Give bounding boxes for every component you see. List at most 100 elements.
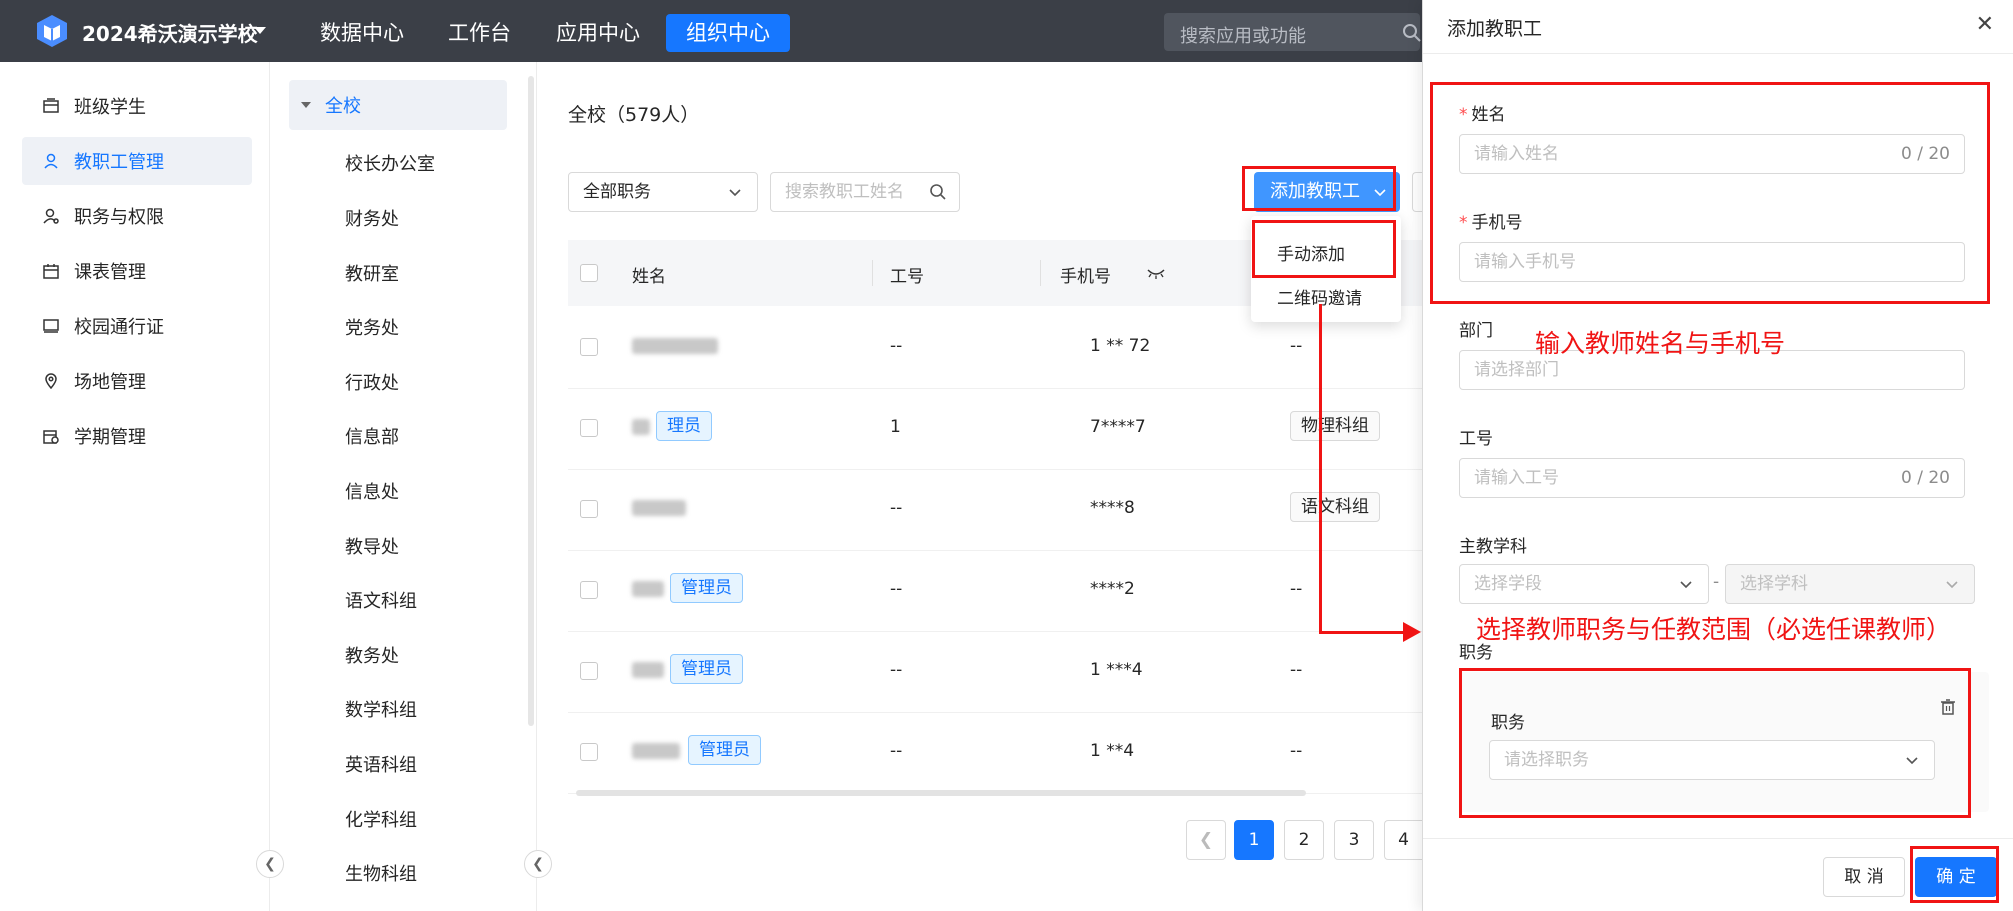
select-all-checkbox[interactable] (580, 264, 598, 282)
admin-badge: 管理员 (670, 654, 743, 684)
column-header-phone: 手机号 (1060, 267, 1111, 287)
class-icon (42, 97, 60, 115)
table-row[interactable]: 理员 1 7****7 物理科组 (568, 389, 1422, 470)
sidebar-item-staff-management[interactable]: 教职工管理 (22, 137, 252, 185)
table-horizontal-scrollbar[interactable] (576, 790, 1306, 796)
stage-select[interactable]: 选择学段 (1459, 564, 1709, 604)
school-name[interactable]: 2024希沃演示学校 (82, 18, 258, 47)
tree-root-label: 全校 (325, 96, 361, 117)
staff-name (632, 336, 718, 356)
tree-node[interactable]: 信息部 (345, 423, 399, 449)
tree-node[interactable]: 党务处 (345, 314, 399, 340)
tree-node-root[interactable]: 全校 (289, 80, 507, 130)
staff-name (632, 417, 650, 437)
role-badge: 理员 (656, 411, 712, 441)
staff-name (632, 498, 686, 518)
table-row[interactable]: 管理员 -- 1 **4 -- (568, 713, 1422, 794)
tree-node[interactable]: 教导处 (345, 533, 399, 559)
search-icon[interactable] (1402, 23, 1422, 43)
department-label: 部门 (1459, 321, 1493, 341)
page-3-button[interactable]: 3 (1334, 820, 1374, 860)
nav-workbench[interactable]: 工作台 (428, 14, 531, 52)
caret-down-icon[interactable] (254, 27, 266, 34)
org-tree-panel: 全校 校长办公室 财务处 教研室 党务处 行政处 信息部 信息处 教导处 语文科… (271, 62, 552, 911)
caret-down-icon[interactable] (301, 102, 311, 108)
tree-node[interactable]: 教研室 (345, 260, 399, 286)
chevron-left-icon: ❮ (1198, 830, 1214, 850)
tree-node[interactable]: 教务处 (345, 642, 399, 668)
drawer-title: 添加教职工 (1447, 18, 1543, 40)
table-row[interactable]: 管理员 -- ****2 -- (568, 551, 1422, 632)
row-checkbox[interactable] (580, 338, 598, 356)
page-4-button[interactable]: 4 (1384, 820, 1422, 860)
cancel-button[interactable]: 取 消 (1823, 857, 1905, 897)
column-divider (1040, 260, 1041, 286)
annotation-arrow (1319, 304, 1322, 634)
chevron-down-icon (1680, 581, 1692, 589)
sidebar-item-venue[interactable]: 场地管理 (22, 357, 252, 405)
tree-node[interactable]: 英语科组 (345, 751, 417, 777)
tree-node[interactable]: 信息处 (345, 478, 399, 504)
subject-select[interactable]: 选择学科 (1725, 564, 1975, 604)
close-icon[interactable]: ✕ (1976, 12, 1994, 37)
highlight-manual-add (1252, 220, 1396, 278)
sidebar-item-label: 校园通行证 (74, 317, 164, 338)
staff-jobno: -- (890, 336, 903, 356)
left-sidebar: 班级学生 教职工管理 职务与权限 课表管理 校园通行证 场地管理 学期管理 ❮ (0, 62, 284, 911)
role-icon (42, 207, 60, 225)
staff-phone: 7****7 (1090, 417, 1146, 437)
nav-app-center[interactable]: 应用中心 (536, 14, 660, 52)
term-icon (42, 427, 60, 445)
column-header-jobno: 工号 (890, 267, 924, 287)
tree-node[interactable]: 生物科组 (345, 860, 417, 886)
tree-node[interactable]: 数学科组 (345, 696, 417, 722)
tree-node[interactable]: 校长办公室 (345, 150, 435, 176)
tree-node[interactable]: 行政处 (345, 369, 399, 395)
highlight-name-phone (1430, 82, 1990, 304)
tree-scrollbar[interactable] (528, 76, 534, 726)
page-title: 全校（579人） (568, 104, 700, 126)
admin-badge: 管理员 (670, 573, 743, 603)
jobno-placeholder: 请输入工号 (1474, 468, 1559, 488)
sidebar-item-roles[interactable]: 职务与权限 (22, 192, 252, 240)
subject-placeholder: 选择学科 (1740, 574, 1808, 594)
table-row[interactable]: -- ****8 语文科组 (568, 470, 1422, 551)
sidebar-item-class-students[interactable]: 班级学生 (22, 82, 252, 130)
nav-data-center[interactable]: 数据中心 (300, 14, 424, 52)
more-button[interactable] (1412, 172, 1422, 212)
page-1-button[interactable]: 1 (1234, 820, 1274, 860)
staff-jobno: -- (890, 741, 903, 761)
row-checkbox[interactable] (580, 662, 598, 680)
calendar-icon (42, 262, 60, 280)
nav-org-center[interactable]: 组织中心 (666, 14, 790, 52)
staff-phone: 1 ***4 (1090, 660, 1143, 680)
tree-node[interactable]: 化学科组 (345, 806, 417, 832)
staff-jobno: -- (890, 579, 903, 599)
eye-closed-icon[interactable] (1146, 266, 1166, 280)
row-checkbox[interactable] (580, 500, 598, 518)
table-row[interactable]: 管理员 -- 1 ***4 -- (568, 632, 1422, 713)
search-icon[interactable] (929, 183, 947, 201)
chevron-down-icon (729, 189, 741, 197)
sidebar-item-schedule[interactable]: 课表管理 (22, 247, 252, 295)
position-filter-select[interactable]: 全部职务 (568, 172, 758, 212)
annotation-arrow (1319, 631, 1407, 634)
jobno-input[interactable]: 请输入工号 0 / 20 (1459, 458, 1965, 498)
staff-phone: ****8 (1090, 498, 1135, 518)
row-checkbox[interactable] (580, 743, 598, 761)
page-2-button[interactable]: 2 (1284, 820, 1324, 860)
top-nav-bar: 2024希沃演示学校 数据中心 工作台 应用中心 组织中心 搜索应用或功能 (0, 0, 1422, 62)
sidebar-item-campus-pass[interactable]: 校园通行证 (22, 302, 252, 350)
global-search-input[interactable]: 搜索应用或功能 (1164, 13, 1422, 51)
prev-page-button[interactable]: ❮ (1186, 820, 1226, 860)
sidebar-item-label: 场地管理 (74, 372, 146, 393)
sidebar-item-term[interactable]: 学期管理 (22, 412, 252, 460)
staff-group: -- (1290, 741, 1303, 761)
staff-group: -- (1290, 336, 1303, 356)
tree-node[interactable]: 财务处 (345, 205, 399, 231)
row-checkbox[interactable] (580, 581, 598, 599)
row-checkbox[interactable] (580, 419, 598, 437)
tree-node[interactable]: 语文科组 (345, 587, 417, 613)
staff-search-input[interactable]: 搜索教职工姓名 (770, 172, 960, 212)
group-badge: 语文科组 (1290, 492, 1380, 522)
